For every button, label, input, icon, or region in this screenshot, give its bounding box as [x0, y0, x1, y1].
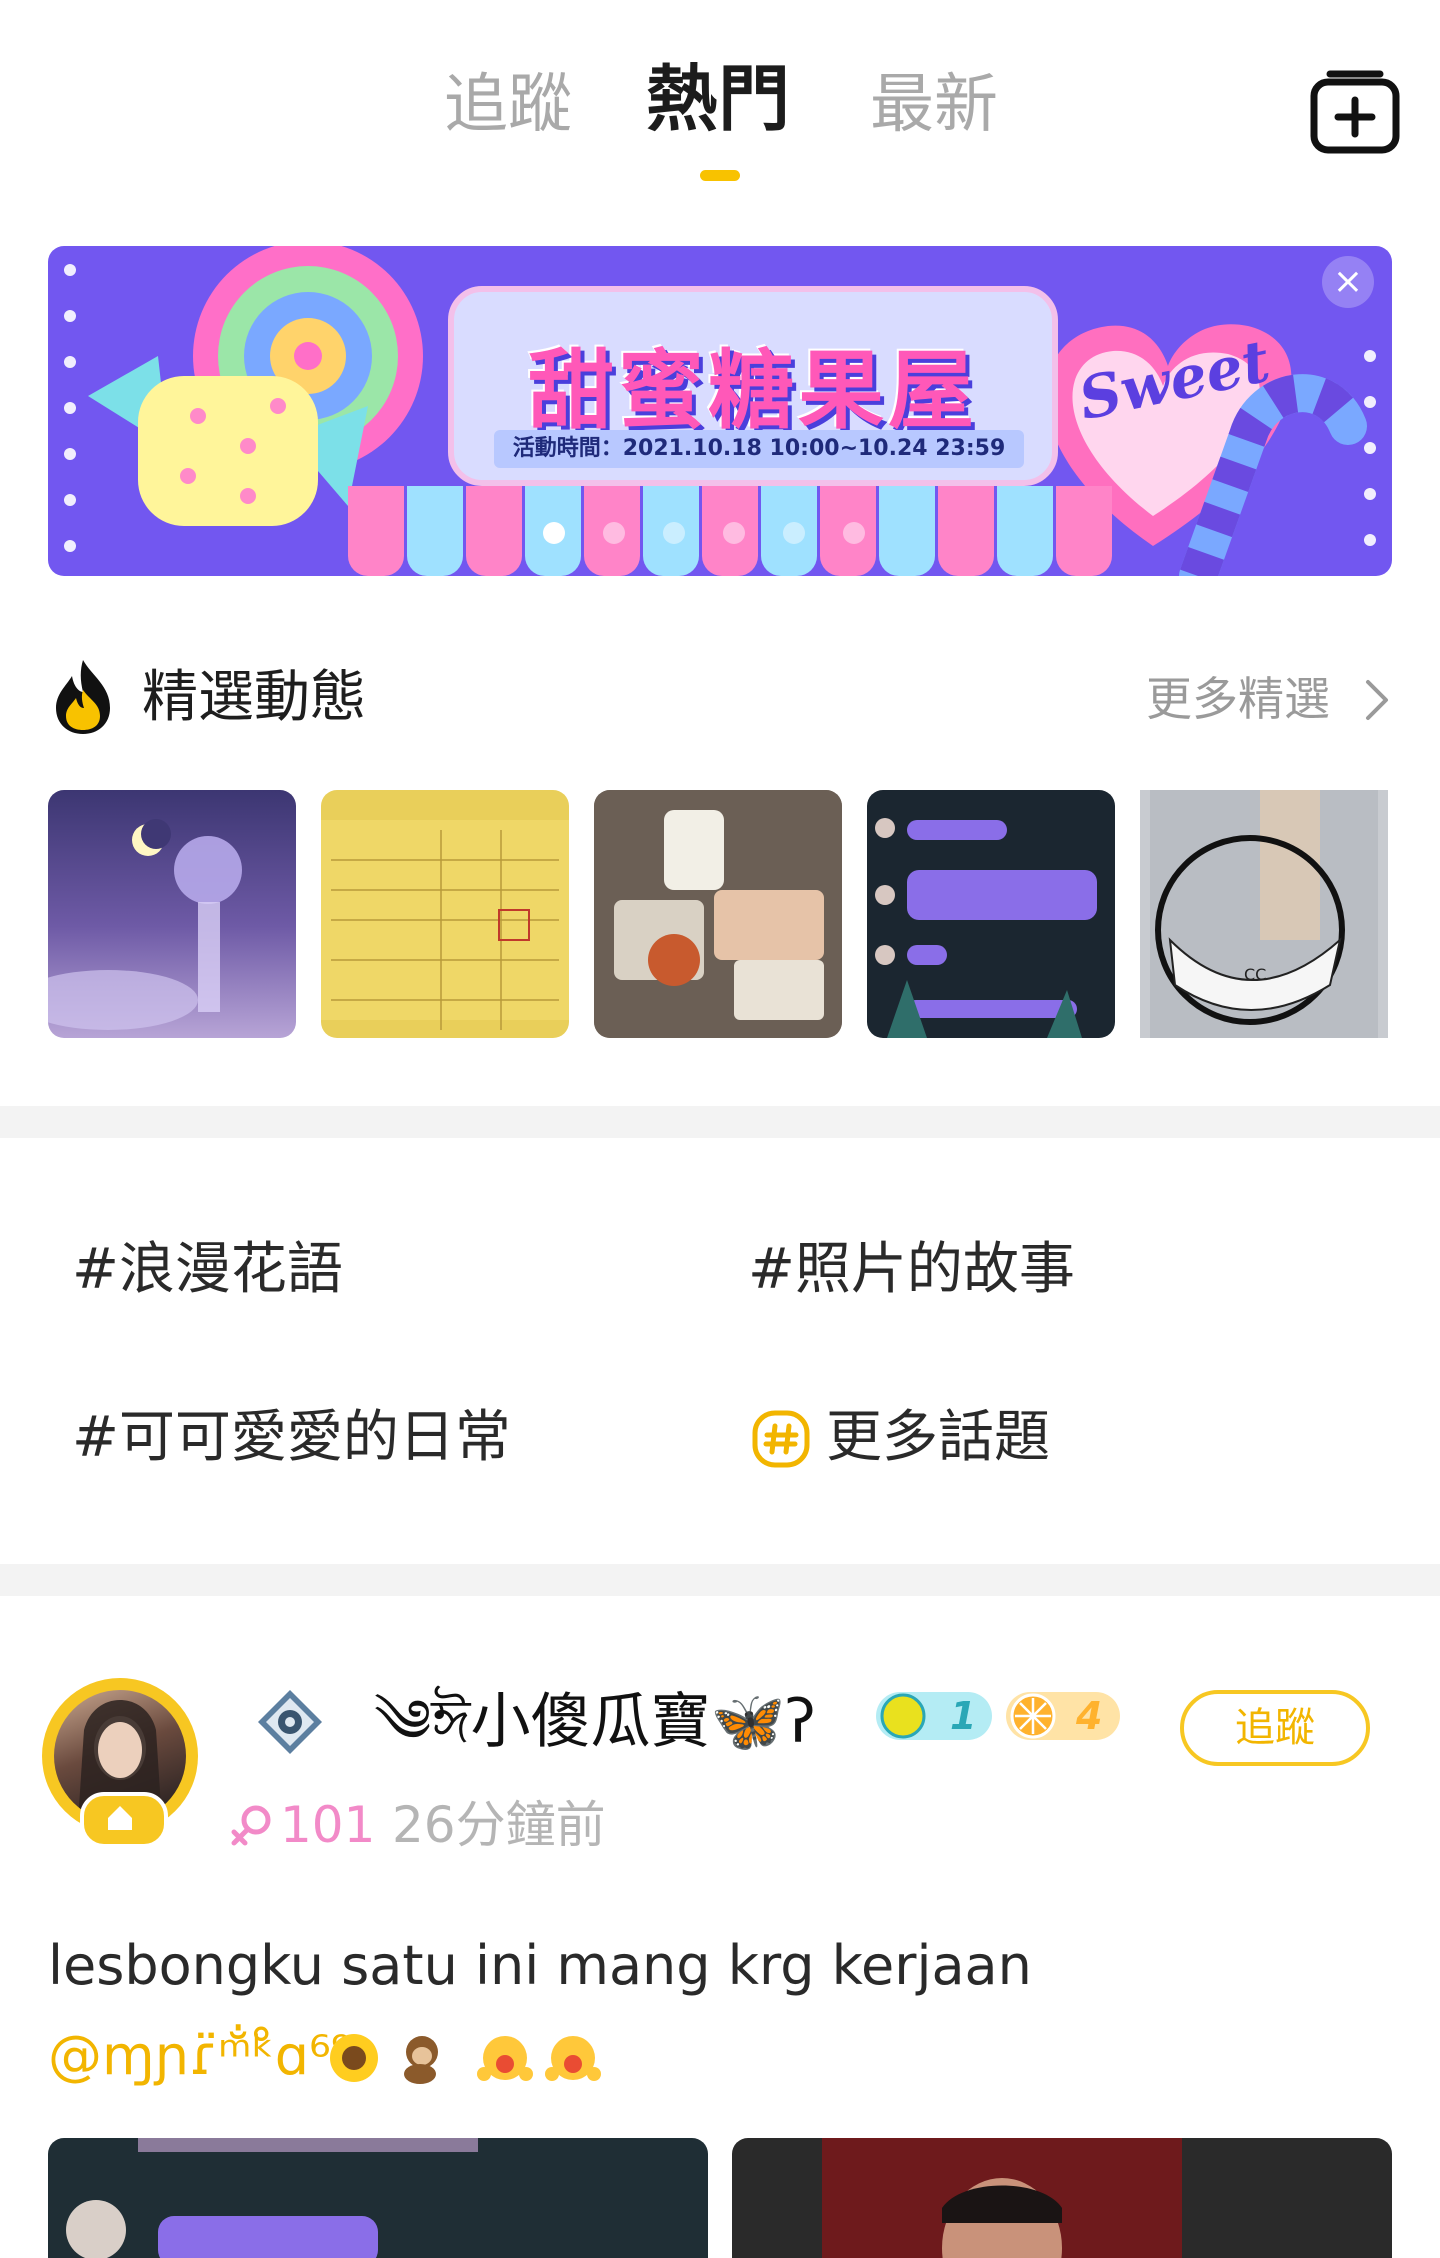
rank-icon	[258, 1690, 322, 1754]
featured-thumb-2[interactable]	[321, 790, 569, 1038]
banner-dot-4	[723, 522, 745, 544]
chevron-right-icon[interactable]	[1362, 678, 1392, 722]
event-banner[interactable]: 甜蜜糖果屋 活動時間：2021.10.18 10:00~10.24 23:59 …	[48, 246, 1392, 576]
charm-count: 101	[280, 1796, 376, 1854]
active-tab-indicator	[700, 170, 740, 181]
featured-thumb-3[interactable]	[594, 790, 842, 1038]
scream-face-icon	[477, 2036, 533, 2081]
post-mention[interactable]: @ɱɲɾ̈ᵐ̐ᵏ̊ɑ⁶⁹	[48, 2018, 352, 2094]
post-image-2[interactable]	[732, 2138, 1392, 2258]
banner-title-panel: 甜蜜糖果屋 活動時間：2021.10.18 10:00~10.24 23:59	[448, 286, 1058, 486]
new-post-button[interactable]	[1308, 66, 1402, 156]
svg-text:CC: CC	[1244, 965, 1266, 984]
tab-latest[interactable]: 最新	[870, 60, 998, 150]
banner-dot-5	[783, 522, 805, 544]
post-username[interactable]: ༄ঈ小傻瓜寶🦋ʔ	[374, 1680, 816, 1764]
featured-thumb-1[interactable]	[48, 790, 296, 1038]
hashtag-icon[interactable]	[752, 1410, 810, 1468]
topic-photo-story[interactable]: #照片的故事	[748, 1230, 1075, 1310]
banner-dot-3	[663, 522, 685, 544]
banner-dot-6	[843, 522, 865, 544]
home-icon	[108, 1806, 132, 1830]
topic-cute-daily[interactable]: #可可愛愛的日常	[72, 1398, 511, 1478]
orange-slice-icon	[1010, 1693, 1056, 1739]
post-image-1[interactable]	[48, 2138, 708, 2258]
banner-title: 甜蜜糖果屋	[528, 341, 978, 441]
level-badge-2: 4	[1006, 1692, 1120, 1740]
section-divider	[0, 1564, 1440, 1596]
topic-romantic-flowers[interactable]: #浪漫花語	[72, 1230, 343, 1310]
more-topics-link[interactable]: 更多話題	[826, 1398, 1050, 1478]
featured-thumb-5[interactable]: CC	[1140, 790, 1388, 1038]
flame-icon	[50, 656, 116, 736]
follow-button[interactable]: 追蹤	[1180, 1690, 1370, 1766]
feed-tabs: 追蹤 熱門 最新	[0, 57, 1440, 170]
level-badge-1: 1	[876, 1692, 992, 1740]
featured-thumb-4[interactable]	[867, 790, 1115, 1038]
featured-title: 精選動態	[142, 665, 366, 730]
female-icon	[231, 1805, 271, 1846]
lemon-icon	[880, 1693, 926, 1739]
section-divider	[0, 1106, 1440, 1138]
banner-close-button[interactable]: ×	[1322, 256, 1374, 308]
banner-dot-1	[543, 522, 565, 544]
featured-more-link[interactable]: 更多精選	[1146, 664, 1330, 734]
tab-popular[interactable]: 熱門	[646, 54, 790, 144]
post-text: lesbongku satu ini mang krg kerjaan	[48, 1934, 1032, 1997]
tab-following[interactable]: 追蹤	[444, 60, 572, 150]
post-time: 26分鐘前	[392, 1796, 606, 1854]
sunflower-icon	[330, 2034, 378, 2082]
add-photo-icon	[1310, 70, 1400, 154]
banner-date: 活動時間：2021.10.18 10:00~10.24 23:59	[494, 430, 1024, 468]
banner-dot-2	[603, 522, 625, 544]
home-badge[interactable]	[80, 1792, 168, 1848]
monkey-icon	[404, 2036, 438, 2084]
scream-face-icon	[545, 2036, 601, 2081]
